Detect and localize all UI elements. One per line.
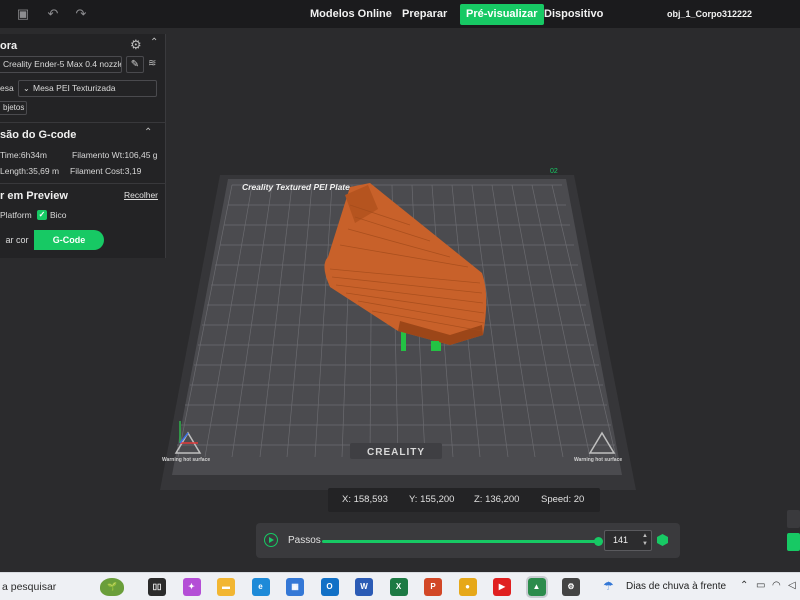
- edge-icon[interactable]: e: [251, 578, 270, 596]
- slider-knob[interactable]: [593, 537, 603, 546]
- file-explorer-icon[interactable]: ▬: [217, 578, 235, 596]
- filament-length: Length:35,69 m: [0, 166, 60, 176]
- app-window: ▣ ↶ ↷ Modelos Online Preparar Pré-visual…: [0, 0, 800, 600]
- plate-number: 02: [550, 168, 558, 175]
- redo-icon[interactable]: ↷: [72, 5, 90, 23]
- printer-section-title: ora: [0, 40, 18, 52]
- steps-slider[interactable]: [322, 537, 603, 546]
- umbrella-icon[interactable]: ☂: [603, 579, 614, 593]
- nozzle-marker: [401, 331, 406, 351]
- steps-value: 141: [613, 535, 629, 545]
- hex-icon[interactable]: [657, 534, 668, 546]
- steps-input[interactable]: 141 ▲ ▼: [604, 530, 652, 551]
- filament-weight: Filamento Wt:106,45 g: [72, 150, 158, 160]
- platform-option[interactable]: Platform: [0, 210, 32, 220]
- excel-icon[interactable]: X: [389, 578, 408, 596]
- build-plate-view[interactable]: Creality Textured PEI Plate 02 CREALITY …: [150, 165, 640, 495]
- plate-label: esa: [0, 83, 14, 93]
- save-icon[interactable]: ▣: [14, 5, 32, 23]
- settings-icon[interactable]: ⚙: [562, 578, 580, 596]
- side-action-button[interactable]: [787, 533, 800, 551]
- warning-right-label: Warning hot surface: [574, 457, 622, 463]
- plate-name-label: Creality Textured PEI Plate: [242, 182, 350, 192]
- volume-icon[interactable]: ◁: [788, 580, 796, 591]
- task-view-icon[interactable]: ▯▯: [148, 578, 166, 596]
- color-toggle-option[interactable]: ar cor: [0, 230, 34, 250]
- copilot-icon[interactable]: ✦: [182, 578, 201, 596]
- collapse-icon[interactable]: ⌃: [144, 127, 152, 138]
- filament-cost: Filament Cost:3,19: [70, 166, 142, 176]
- coordinates-bar: X: 158,593 Y: 155,200 Z: 136,200 Speed: …: [328, 488, 600, 512]
- edit-printer-icon[interactable]: ✎: [126, 56, 144, 73]
- left-panel: ora ⚙ ⌃ Creality Ender-5 Max 0.4 nozzle …: [0, 34, 166, 258]
- tab-modelos-online[interactable]: Modelos Online: [304, 4, 398, 25]
- plant-widget-icon[interactable]: 🌱: [100, 578, 124, 596]
- speed-value: Speed: 20: [541, 494, 585, 505]
- outlook-icon[interactable]: O: [320, 578, 339, 596]
- collapse-icon[interactable]: ⌃: [150, 37, 158, 48]
- battery-icon[interactable]: ▭: [756, 580, 765, 591]
- tab-pre-visualizar[interactable]: Pré-visualizar: [460, 4, 544, 25]
- warning-left-label: Warning hot surface: [162, 457, 210, 463]
- divider: [0, 122, 166, 123]
- play-icon[interactable]: [264, 533, 278, 547]
- gear-icon[interactable]: ⚙: [130, 37, 142, 53]
- plate-select-value: Mesa PEI Texturizada: [33, 83, 116, 93]
- preview-section-title: r em Preview: [0, 190, 68, 202]
- chrome-icon[interactable]: ●: [458, 578, 477, 596]
- weather-text[interactable]: Dias de chuva à frente: [626, 581, 726, 592]
- project-name: obj_1_Corpo312222: [666, 9, 752, 19]
- top-bar: ▣ ↶ ↷ Modelos Online Preparar Pré-visual…: [0, 0, 800, 28]
- x-coordinate: X: 158,593: [342, 494, 388, 505]
- print-time: Time:6h34m: [0, 150, 47, 160]
- windows-taskbar: a pesquisar 🌱 ▯▯ ✦ ▬ e ▦ O W X P ● ▶ ▲ ⚙ ☂ Dias de c…: [0, 572, 800, 600]
- steps-slider-panel: Passos 141 ▲ ▼: [256, 523, 680, 558]
- chevron-down-icon: ⌄: [23, 84, 30, 93]
- word-icon[interactable]: W: [355, 578, 373, 596]
- gcode-toggle-option[interactable]: G-Code: [34, 230, 104, 250]
- powerpoint-icon[interactable]: P: [424, 578, 442, 596]
- objects-button[interactable]: bjetos: [0, 101, 27, 115]
- youtube-icon[interactable]: ▶: [493, 578, 511, 596]
- divider: [0, 183, 166, 184]
- search-box[interactable]: a pesquisar: [2, 581, 56, 593]
- side-button[interactable]: [787, 510, 800, 528]
- brand-label: CREALITY: [367, 447, 425, 458]
- y-coordinate: Y: 155,200: [409, 494, 455, 505]
- printer-select[interactable]: Creality Ender-5 Max 0.4 nozzle: [0, 56, 122, 73]
- wifi-icon[interactable]: ◠: [772, 580, 781, 591]
- z-coordinate: Z: 136,200: [474, 494, 520, 505]
- gcode-section-title: são do G-code: [0, 129, 77, 141]
- tab-preparar[interactable]: Preparar: [396, 4, 453, 25]
- nozzle-marker: [431, 341, 439, 351]
- wifi-icon[interactable]: ≋: [148, 58, 156, 69]
- nozzle-label: Bico: [50, 210, 67, 220]
- plate-select[interactable]: ⌄ Mesa PEI Texturizada: [18, 80, 157, 97]
- stepper-arrows-icon[interactable]: ▲ ▼: [642, 532, 648, 548]
- undo-icon[interactable]: ↶: [44, 5, 62, 23]
- nozzle-checkbox[interactable]: ✓: [37, 210, 47, 220]
- tab-dispositivo[interactable]: Dispositivo: [538, 4, 609, 25]
- creality-print-icon[interactable]: ▲: [525, 576, 548, 598]
- steps-label: Passos: [288, 535, 321, 546]
- store-icon[interactable]: ▦: [286, 578, 304, 596]
- chevron-up-icon[interactable]: ⌃: [740, 580, 748, 591]
